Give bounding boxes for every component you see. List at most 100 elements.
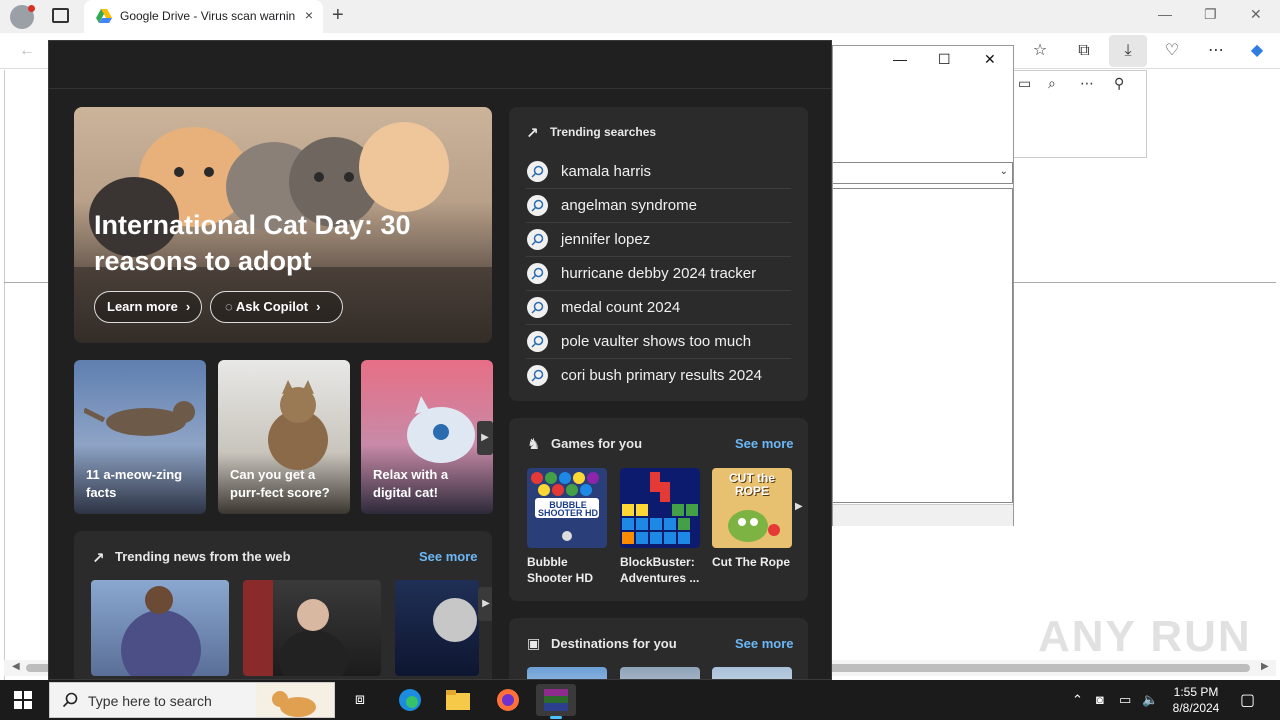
back-icon[interactable]: ← <box>16 41 38 61</box>
search-icon[interactable]: ⌕ <box>1048 75 1056 92</box>
carousel-next-button[interactable]: ▶ <box>477 421 493 455</box>
ask-copilot-button[interactable]: ◌ Ask Copilot › <box>210 291 343 323</box>
trending-item[interactable]: cori bush primary results 2024 <box>526 359 791 393</box>
downloads-icon[interactable]: ⤓ <box>1109 35 1147 67</box>
restore-icon[interactable]: ❐ <box>1204 6 1217 23</box>
trending-item[interactable]: medal count 2024 <box>526 291 791 325</box>
game-item[interactable]: BlockBuster: Adventures ... <box>620 468 700 586</box>
hero-card[interactable]: International Cat Day: 30 reasons to ado… <box>74 107 492 343</box>
file-explorer-button[interactable] <box>438 684 478 716</box>
blockbuster-tile <box>620 468 700 548</box>
destination-image[interactable] <box>527 667 607 679</box>
trending-item[interactable]: hurricane debby 2024 tracker <box>526 257 791 291</box>
hero-title: International Cat Day: 30 reasons to ado… <box>94 210 411 276</box>
trending-arrow-icon: ↗ <box>526 125 539 142</box>
learn-more-button[interactable]: Learn more › <box>94 291 202 323</box>
windows-start-icon[interactable] <box>14 691 32 709</box>
trending-item[interactable]: kamala harris <box>526 155 791 189</box>
browser-essentials-icon[interactable]: ♡ <box>1161 41 1183 61</box>
tab-close-icon[interactable]: × <box>305 7 313 23</box>
volume-icon[interactable]: 🔈 <box>1142 692 1158 708</box>
cartoon-cat-image <box>407 396 475 463</box>
collections-icon[interactable]: ⧉ <box>1073 41 1095 61</box>
trending-item-label: kamala harris <box>561 163 652 180</box>
article-card[interactable]: 11 a-meow-zing facts <box>74 360 206 514</box>
quiz-card[interactable]: Can you get a purr-fect score? <box>218 360 350 514</box>
chevron-right-icon: › <box>185 299 191 314</box>
window-close-icon[interactable]: ✕ <box>984 51 996 68</box>
game-item[interactable]: CUT the ROPE Cut The Rope <box>712 468 792 570</box>
open-folder-icon[interactable]: ▭ <box>1018 75 1031 92</box>
more-options-icon[interactable]: ⋯ <box>1080 75 1094 92</box>
news-image[interactable] <box>243 580 381 676</box>
copilot-icon[interactable]: ◆ <box>1246 41 1268 61</box>
clock-date: 8/8/2024 <box>1172 701 1220 715</box>
destination-image[interactable] <box>712 667 792 679</box>
game-item[interactable]: BUBBLE SHOOTER HD Bubble Shooter HD <box>527 468 607 586</box>
edge-icon <box>399 689 421 711</box>
new-tab-button[interactable]: + <box>332 4 344 27</box>
scroll-left-icon[interactable]: ◀ <box>12 661 20 672</box>
chevron-down-icon: ⌄ <box>999 166 1008 177</box>
taskbar-clock[interactable]: 1:55 PM 8/8/2024 <box>1166 684 1226 716</box>
scroll-right-icon[interactable]: ▶ <box>1261 661 1269 672</box>
bubble-shooter-logo: BUBBLE SHOOTER HD <box>537 500 598 518</box>
trending-title: Trending searches <box>550 125 657 139</box>
tab-actions-icon[interactable] <box>52 8 69 23</box>
widgets-panel: International Cat Day: 30 reasons to ado… <box>48 40 832 680</box>
edge-taskbar-button[interactable] <box>390 684 430 716</box>
search-icon <box>527 263 548 284</box>
minimize-icon[interactable]: — <box>1158 6 1172 22</box>
games-icon: ♞ <box>527 436 541 453</box>
chat-bubble-icon: ◌ <box>225 299 236 314</box>
trending-news-section: ↗ Trending news from the web See more ▶ <box>74 531 492 679</box>
window-minimize-icon[interactable]: — <box>893 51 907 67</box>
destination-image[interactable] <box>620 667 700 679</box>
games-see-more-link[interactable]: See more <box>735 436 794 451</box>
news-image[interactable] <box>395 580 479 676</box>
network-icon[interactable]: ▭ <box>1119 692 1131 708</box>
show-hidden-icons[interactable]: ⌃ <box>1072 692 1083 708</box>
trending-item-label: jennifer lopez <box>561 231 651 248</box>
news-next-button[interactable]: ▶ <box>478 587 492 621</box>
game-name: BlockBuster: Adventures ... <box>620 555 700 585</box>
destinations-see-more-link[interactable]: See more <box>735 636 794 651</box>
firefox-button[interactable] <box>488 684 528 716</box>
meet-now-icon[interactable]: ◙ <box>1096 692 1104 707</box>
settings-more-icon[interactable]: ⋯ <box>1205 41 1227 61</box>
games-next-icon[interactable]: ▶ <box>795 501 803 512</box>
news-image[interactable] <box>91 580 229 676</box>
close-window-icon[interactable]: ✕ <box>1250 6 1262 23</box>
news-see-more-link[interactable]: See more <box>419 549 478 564</box>
taskbar-search-box[interactable]: Type here to search <box>49 682 335 718</box>
card-label: 11 a-meow-zing facts <box>86 467 183 500</box>
trending-searches-section: ↗ Trending searches kamala harris angelm… <box>509 107 808 401</box>
status-bar <box>833 504 1013 526</box>
content-list[interactable] <box>833 188 1013 503</box>
search-highlight-image <box>256 683 334 717</box>
search-icon <box>527 297 548 318</box>
trending-item[interactable]: jennifer lopez <box>526 223 791 257</box>
blocks-image <box>622 472 698 544</box>
trending-item[interactable]: angelman syndrome <box>526 189 791 223</box>
browser-tab[interactable]: Google Drive - Virus scan warning × <box>84 0 323 33</box>
task-view-button[interactable]: ⧈ <box>340 684 380 716</box>
pin-icon[interactable]: ⚲ <box>1114 75 1124 92</box>
notification-center-icon[interactable]: ▢ <box>1240 690 1255 710</box>
jumping-cat-image <box>84 401 195 436</box>
window-maximize-icon[interactable]: ☐ <box>938 51 951 68</box>
chevron-right-icon: › <box>316 299 321 314</box>
search-placeholder: Type here to search <box>88 693 212 709</box>
ask-copilot-label: Ask Copilot <box>235 299 309 314</box>
winrar-button[interactable] <box>536 684 576 719</box>
browser-tab-strip: Google Drive - Virus scan warning × + — … <box>0 0 1280 33</box>
firefox-icon <box>497 689 519 711</box>
trending-item[interactable]: pole vaulter shows too much <box>526 325 791 359</box>
game-card[interactable]: Relax with a digital cat! <box>361 360 493 514</box>
clock-time: 1:55 PM <box>1173 685 1219 699</box>
learn-more-label: Learn more <box>107 299 178 314</box>
trending-item-label: medal count 2024 <box>561 299 681 316</box>
search-icon <box>527 161 548 182</box>
dropdown-select[interactable]: ⌄ <box>833 162 1013 184</box>
favorites-icon[interactable]: ☆ <box>1029 41 1051 61</box>
